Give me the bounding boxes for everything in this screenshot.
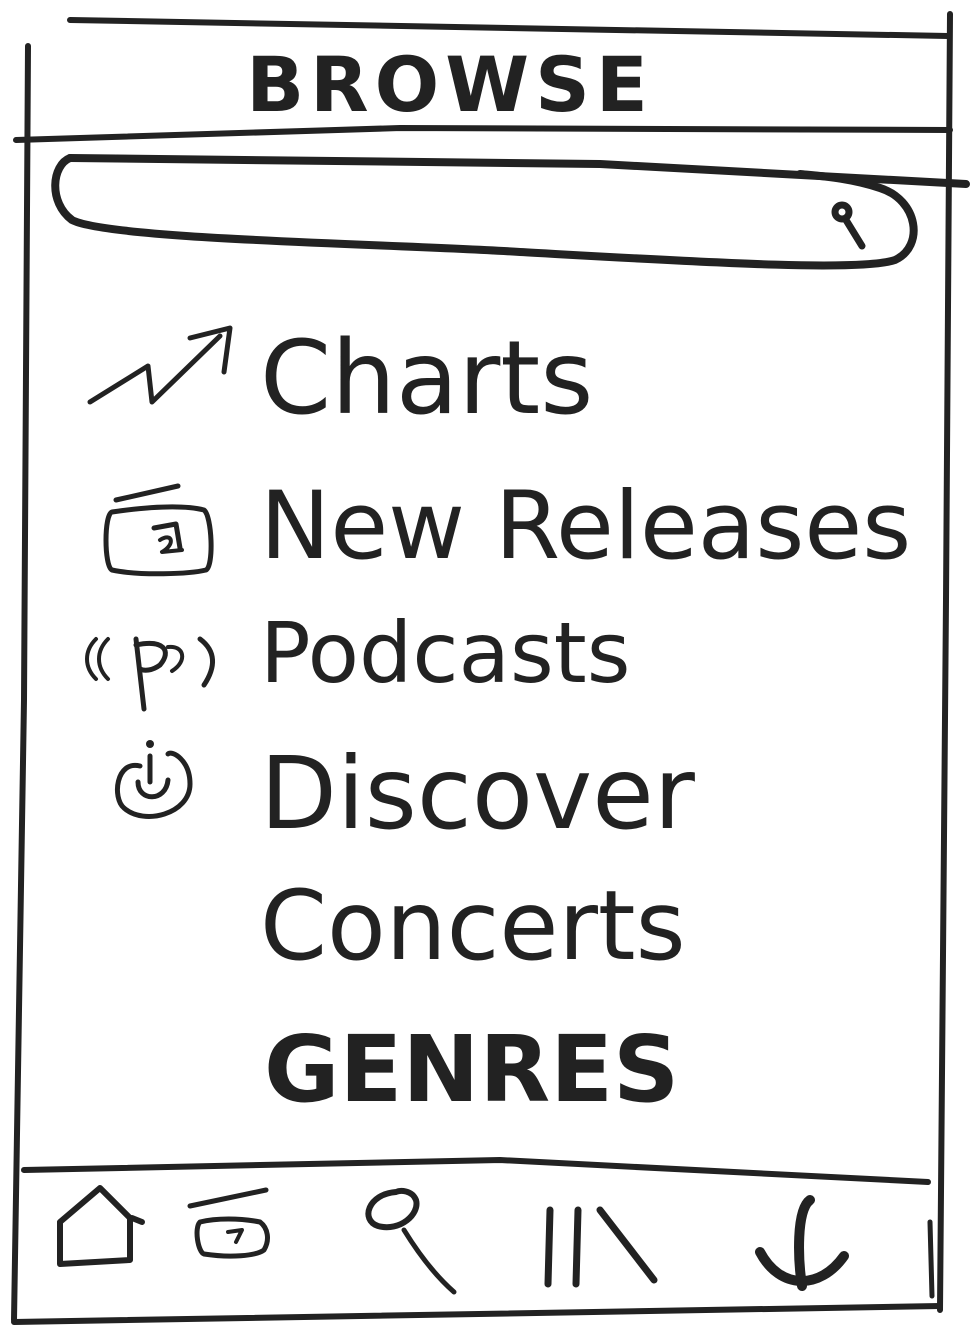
nav-download-button[interactable] bbox=[740, 1180, 880, 1300]
nav-library-button[interactable] bbox=[530, 1180, 670, 1300]
search-icon bbox=[365, 1188, 457, 1295]
menu-item-label: GENRES bbox=[264, 1016, 680, 1123]
download-icon bbox=[755, 1195, 849, 1291]
search-icon bbox=[831, 201, 866, 250]
library-icon bbox=[544, 1206, 658, 1288]
search-bar bbox=[0, 0, 976, 300]
menu-item-discover[interactable]: Discover bbox=[40, 730, 920, 850]
nav-home-button[interactable] bbox=[40, 1180, 180, 1300]
discover-icon bbox=[114, 740, 193, 819]
search-button[interactable] bbox=[810, 190, 880, 260]
menu-item-label: New Releases bbox=[260, 472, 912, 581]
nav-new-releases-button[interactable] bbox=[180, 1180, 320, 1300]
menu-item-concerts[interactable]: Concerts bbox=[40, 870, 920, 980]
menu-item-label: Discover bbox=[260, 735, 695, 852]
home-icon bbox=[57, 1185, 145, 1267]
nav-search-button[interactable] bbox=[350, 1180, 490, 1300]
trending-up-icon bbox=[87, 325, 233, 405]
album-icon bbox=[103, 483, 214, 577]
menu-item-charts[interactable]: Charts bbox=[40, 320, 920, 440]
album-icon bbox=[187, 1187, 270, 1259]
podcast-icon bbox=[85, 636, 215, 712]
menu-item-genres[interactable]: GENRES bbox=[40, 1018, 920, 1128]
search-input[interactable] bbox=[58, 162, 858, 262]
menu-item-podcasts[interactable]: Podcasts bbox=[40, 604, 920, 712]
menu-item-label: Charts bbox=[260, 319, 594, 438]
menu-item-label: Concerts bbox=[260, 870, 686, 982]
menu-item-label: Podcasts bbox=[260, 604, 631, 702]
menu-item-new-releases[interactable]: New Releases bbox=[40, 470, 920, 590]
